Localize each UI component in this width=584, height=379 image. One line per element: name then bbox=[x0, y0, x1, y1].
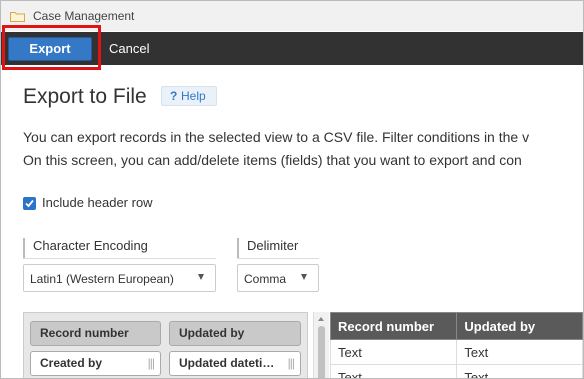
divider bbox=[23, 258, 216, 259]
table-cell: Text bbox=[456, 364, 583, 378]
column-header-updated-by: Updated by bbox=[456, 312, 583, 340]
field-chip-created-by[interactable]: Created by ||| bbox=[30, 351, 161, 376]
help-button[interactable]: ? Help bbox=[161, 86, 217, 106]
include-header-checkbox[interactable] bbox=[23, 197, 36, 210]
help-label: Help bbox=[181, 89, 206, 103]
drag-handle-icon: ||| bbox=[147, 356, 155, 370]
field-chip-label: Updated by bbox=[179, 326, 245, 340]
title-bar: Case Management bbox=[1, 1, 583, 31]
delimiter-label: Delimiter bbox=[237, 238, 298, 258]
table-row: Text Text bbox=[330, 339, 583, 365]
window-title: Case Management bbox=[33, 9, 135, 23]
table-cell: Text bbox=[456, 339, 583, 365]
description-line-1: You can export records in the selected v… bbox=[23, 129, 530, 145]
export-preview-table: Record number Updated by Text Text Text … bbox=[330, 312, 583, 378]
field-list-panel: Record number Updated by Created by ||| … bbox=[23, 312, 308, 378]
field-chip-label: Record number bbox=[40, 326, 129, 340]
chevron-down-icon bbox=[198, 274, 204, 280]
field-chip-label: Updated dateti… bbox=[179, 356, 275, 370]
checkmark-icon bbox=[25, 199, 34, 208]
chevron-down-icon bbox=[301, 274, 307, 280]
field-list-scrollbar[interactable] bbox=[313, 312, 329, 378]
table-cell: Text bbox=[330, 364, 458, 378]
scroll-up-icon[interactable] bbox=[318, 317, 324, 321]
field-chip-record-number[interactable]: Record number bbox=[30, 321, 161, 346]
folder-icon bbox=[10, 9, 25, 22]
character-encoding-label: Character Encoding bbox=[23, 238, 148, 258]
cancel-button[interactable]: Cancel bbox=[109, 41, 149, 56]
divider bbox=[237, 258, 319, 259]
description-line-2: On this screen, you can add/delete items… bbox=[23, 152, 522, 168]
drag-handle-icon: ||| bbox=[287, 356, 295, 370]
action-toolbar: Export Cancel bbox=[1, 32, 583, 65]
question-icon: ? bbox=[170, 89, 178, 103]
export-button[interactable]: Export bbox=[8, 37, 92, 61]
character-encoding-select[interactable]: Latin1 (Western European) bbox=[23, 264, 216, 292]
table-row: Text Text bbox=[330, 364, 583, 378]
include-header-label[interactable]: Include header row bbox=[42, 195, 153, 210]
table-cell: Text bbox=[330, 339, 458, 365]
scroll-thumb[interactable] bbox=[318, 326, 325, 378]
delimiter-select[interactable]: Comma bbox=[237, 264, 319, 292]
delimiter-value: Comma bbox=[244, 272, 287, 286]
character-encoding-value: Latin1 (Western European) bbox=[30, 272, 174, 286]
window: Case Management Export Cancel Export to … bbox=[0, 0, 584, 379]
field-chip-updated-datetime[interactable]: Updated dateti… ||| bbox=[169, 351, 301, 376]
column-header-record-number: Record number bbox=[330, 312, 458, 340]
field-chip-updated-by[interactable]: Updated by bbox=[169, 321, 301, 346]
page-title: Export to File bbox=[23, 85, 147, 108]
field-chip-label: Created by bbox=[40, 356, 103, 370]
